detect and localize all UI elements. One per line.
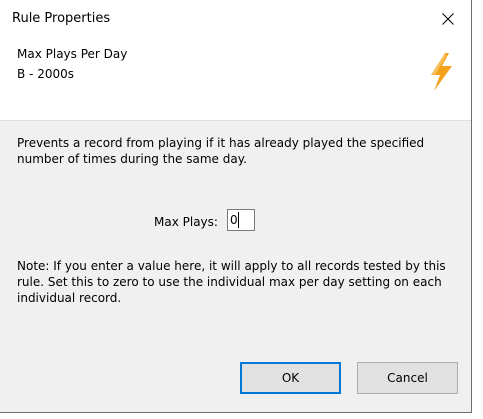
rule-header: Max Plays Per Day B - 2000s <box>0 38 471 120</box>
max-plays-label: Max Plays: <box>154 215 218 229</box>
lightning-bolt-icon <box>431 53 452 91</box>
cancel-button[interactable]: Cancel <box>357 362 458 394</box>
rule-name: Max Plays Per Day <box>17 47 128 61</box>
text-caret <box>238 212 239 228</box>
title-bar[interactable]: Rule Properties <box>0 0 471 38</box>
rule-note: Note: If you enter a value here, it will… <box>17 259 446 305</box>
rule-settings-panel: Prevents a record from playing if it has… <box>0 120 471 412</box>
rule-properties-dialog: Rule Properties Max Plays Per Day B - 20… <box>0 0 472 413</box>
max-plays-input[interactable] <box>227 209 255 231</box>
window-title: Rule Properties <box>12 11 111 26</box>
rule-category: B - 2000s <box>17 67 74 81</box>
close-icon <box>442 13 454 25</box>
ok-button[interactable]: OK <box>240 362 341 394</box>
rule-description: Prevents a record from playing if it has… <box>17 136 425 166</box>
close-button[interactable] <box>426 4 470 34</box>
